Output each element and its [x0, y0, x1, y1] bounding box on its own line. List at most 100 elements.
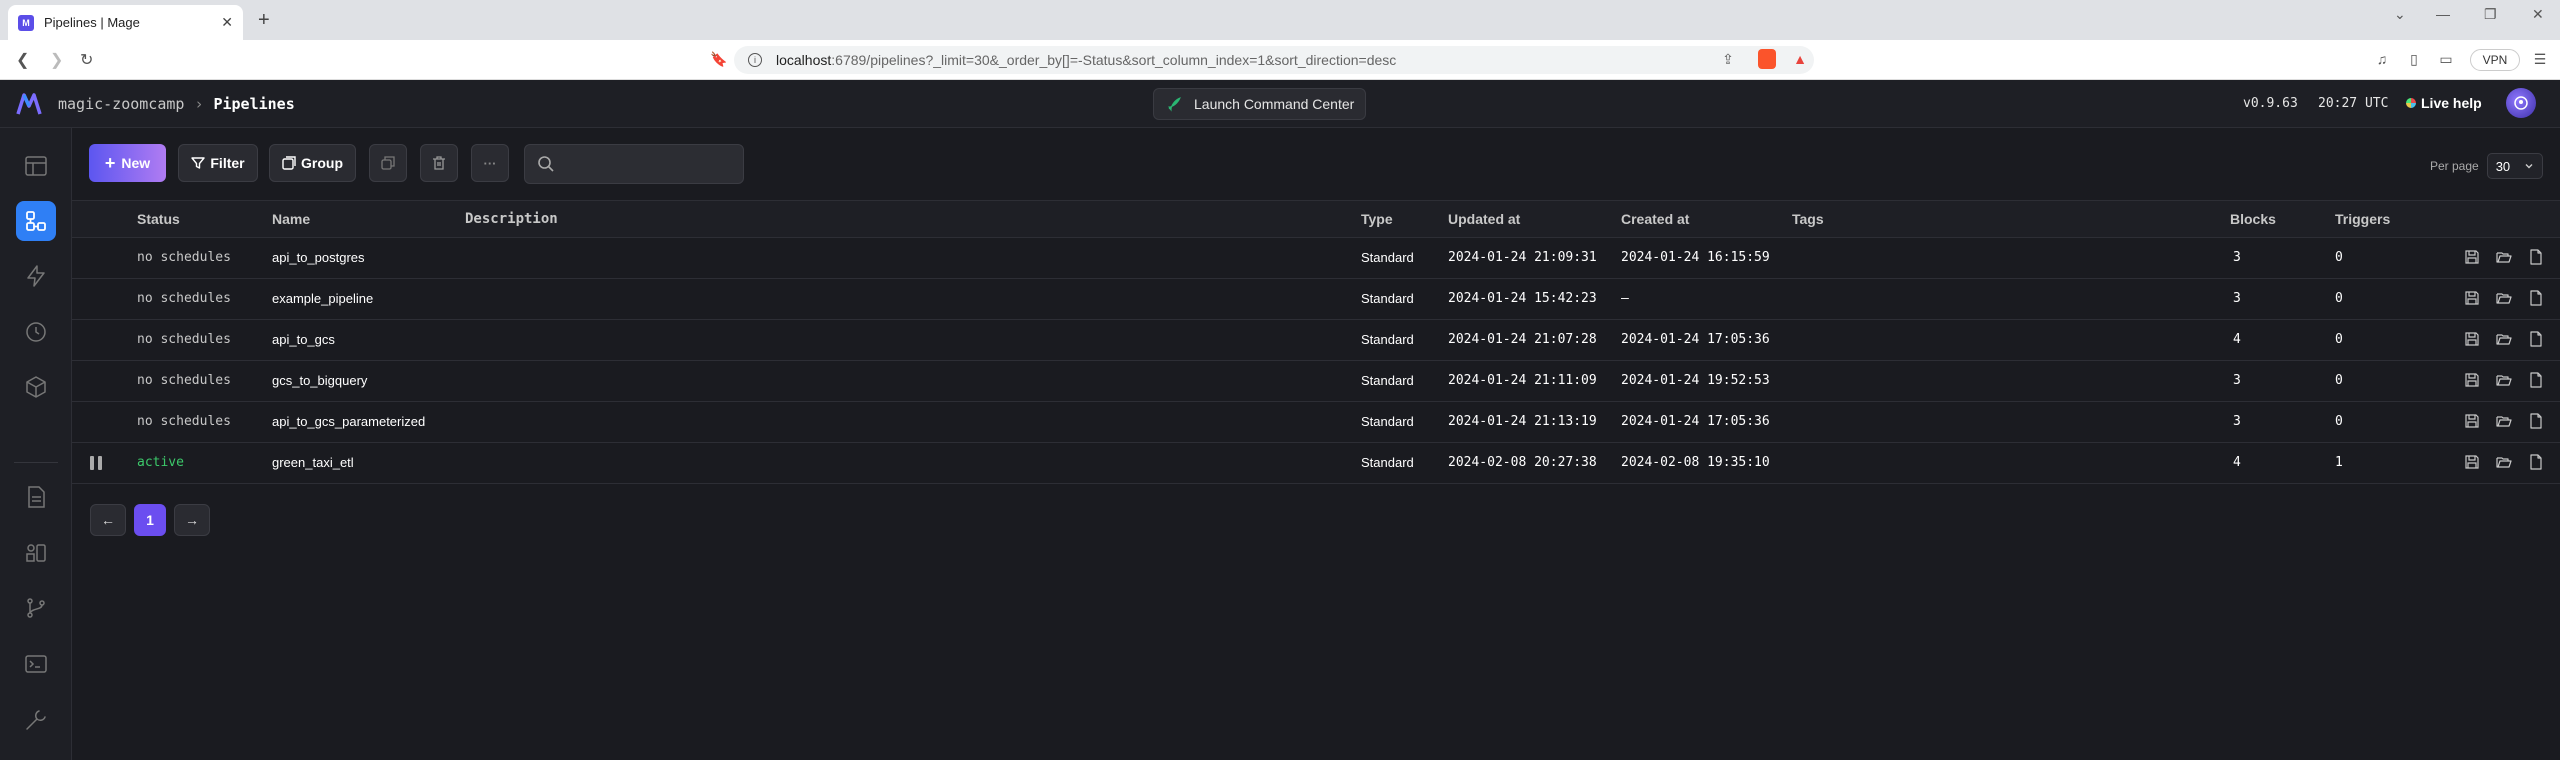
- brave-shields-icon[interactable]: [1758, 49, 1776, 69]
- created-at: 2024-01-24 16:15:59: [1621, 250, 1770, 265]
- table-row[interactable]: no schedules api_to_gcs Standard 2024-01-24…: [72, 320, 2560, 361]
- sidebar-item-files[interactable]: [16, 477, 56, 517]
- page-button-current[interactable]: 1: [134, 504, 166, 536]
- site-info-icon[interactable]: i: [748, 53, 762, 67]
- sidebar-item-terminal[interactable]: [16, 644, 56, 684]
- group-button[interactable]: Group: [269, 144, 356, 182]
- column-header-updated-at[interactable]: Updated at: [1448, 211, 1520, 227]
- back-icon[interactable]: ❮: [16, 50, 29, 70]
- column-header-tags[interactable]: Tags: [1792, 211, 1824, 227]
- prev-page-button[interactable]: ←: [90, 504, 126, 536]
- filter-button[interactable]: Filter: [178, 144, 258, 182]
- column-header-description[interactable]: Description: [465, 211, 558, 227]
- column-header-created-at[interactable]: Created at: [1621, 211, 1689, 227]
- folder-open-icon[interactable]: [2496, 372, 2512, 388]
- pause-icon[interactable]: [90, 456, 102, 470]
- save-icon[interactable]: [2464, 413, 2480, 429]
- save-icon[interactable]: [2464, 454, 2480, 470]
- more-actions-button[interactable]: ···: [471, 144, 509, 182]
- folder-open-icon[interactable]: [2496, 249, 2512, 265]
- bookmark-icon[interactable]: 🔖: [710, 51, 727, 67]
- app-header: magic-zoomcamp › Pipelines Launch Comman…: [0, 80, 2560, 128]
- breadcrumb-separator: ›: [194, 95, 204, 113]
- file-icon[interactable]: [2528, 454, 2544, 470]
- search-input[interactable]: [524, 144, 744, 184]
- column-header-type[interactable]: Type: [1361, 211, 1393, 227]
- sidebar-item-settings[interactable]: [16, 700, 56, 740]
- sidebar-item-overview[interactable]: [16, 146, 56, 186]
- file-icon[interactable]: [2528, 249, 2544, 265]
- breadcrumb-project[interactable]: magic-zoomcamp: [58, 95, 184, 113]
- url-path: :6789/pipelines?_limit=30&_order_by[]=-S…: [831, 52, 1397, 68]
- column-header-blocks[interactable]: Blocks: [2230, 211, 2276, 227]
- updated-at: 2024-01-24 21:07:28: [1448, 332, 1597, 347]
- pipeline-name[interactable]: api_to_gcs: [272, 332, 335, 347]
- table-row[interactable]: no schedules api_to_gcs_parameterized Stan…: [72, 402, 2560, 443]
- launch-command-center-button[interactable]: Launch Command Center: [1153, 88, 1366, 120]
- save-icon[interactable]: [2464, 372, 2480, 388]
- clone-button[interactable]: [369, 144, 407, 182]
- browser-tab[interactable]: M Pipelines | Mage ✕: [8, 5, 243, 40]
- plus-icon: +: [104, 152, 116, 173]
- column-header-triggers[interactable]: Triggers: [2335, 211, 2390, 227]
- pipeline-name[interactable]: gcs_to_bigquery: [272, 373, 367, 388]
- folder-open-icon[interactable]: [2496, 454, 2512, 470]
- folder-open-icon[interactable]: [2496, 290, 2512, 306]
- pipeline-name[interactable]: green_taxi_etl: [272, 455, 354, 470]
- column-header-name[interactable]: Name: [272, 211, 310, 227]
- media-icon[interactable]: ♫: [2374, 51, 2390, 67]
- pipeline-type: Standard: [1361, 291, 1414, 306]
- minimize-icon[interactable]: —: [2436, 6, 2450, 22]
- wallet-icon[interactable]: ▭: [2438, 51, 2454, 67]
- folder-open-icon[interactable]: [2496, 413, 2512, 429]
- pipelines-icon: [26, 211, 46, 231]
- url-bar[interactable]: i localhost:6789/pipelines?_limit=30&_or…: [734, 46, 1814, 74]
- sidebar-item-version-control[interactable]: [16, 588, 56, 628]
- avatar[interactable]: [2506, 88, 2536, 118]
- pipeline-name[interactable]: api_to_postgres: [272, 250, 365, 265]
- column-header-status[interactable]: Status: [137, 211, 180, 227]
- pipeline-name[interactable]: api_to_gcs_parameterized: [272, 414, 425, 429]
- vpn-button[interactable]: VPN: [2470, 49, 2520, 71]
- pipeline-name[interactable]: example_pipeline: [272, 291, 373, 306]
- tab-search-icon[interactable]: ⌄: [2394, 6, 2406, 23]
- file-icon[interactable]: [2528, 331, 2544, 347]
- close-tab-icon[interactable]: ✕: [221, 14, 233, 31]
- maximize-icon[interactable]: ❐: [2484, 6, 2497, 23]
- sidebar-toggle-icon[interactable]: ▯: [2406, 51, 2422, 67]
- share-icon[interactable]: ⇪: [1720, 51, 1736, 67]
- mage-logo-icon[interactable]: [16, 92, 42, 116]
- status-badge: no schedules: [137, 414, 231, 429]
- next-page-button[interactable]: →: [174, 504, 210, 536]
- brave-rewards-icon[interactable]: ▲: [1792, 51, 1808, 67]
- sidebar-item-runs[interactable]: [16, 312, 56, 352]
- sidebar-item-pipelines[interactable]: [16, 201, 56, 241]
- file-icon[interactable]: [2528, 413, 2544, 429]
- save-icon[interactable]: [2464, 249, 2480, 265]
- table-row[interactable]: no schedules gcs_to_bigquery Standard 2024-…: [72, 361, 2560, 402]
- new-pipeline-button[interactable]: + New: [89, 144, 166, 182]
- sidebar-item-templates[interactable]: [16, 533, 56, 573]
- file-icon[interactable]: [2528, 372, 2544, 388]
- live-help-button[interactable]: Live help: [2406, 95, 2482, 111]
- table-row[interactable]: no schedules example_pipeline Standard 2024…: [72, 279, 2560, 320]
- save-icon[interactable]: [2464, 331, 2480, 347]
- pipeline-type: Standard: [1361, 414, 1414, 429]
- sidebar-item-triggers[interactable]: [16, 256, 56, 296]
- per-page-value: 30: [2495, 158, 2511, 174]
- table-row[interactable]: no schedules api_to_postgres Standard 2024-…: [72, 238, 2560, 279]
- new-tab-icon[interactable]: +: [258, 9, 270, 32]
- reload-icon[interactable]: ↻: [80, 50, 93, 70]
- file-icon[interactable]: [2528, 290, 2544, 306]
- forward-icon[interactable]: ❯: [50, 50, 63, 70]
- updated-at: 2024-01-24 21:13:19: [1448, 414, 1597, 429]
- created-at: 2024-02-08 19:35:10: [1621, 455, 1770, 470]
- menu-icon[interactable]: ☰: [2532, 51, 2548, 67]
- close-window-icon[interactable]: ✕: [2532, 6, 2544, 23]
- save-icon[interactable]: [2464, 290, 2480, 306]
- folder-open-icon[interactable]: [2496, 331, 2512, 347]
- table-row[interactable]: active green_taxi_etl Standard 2024-02-08 2…: [72, 443, 2560, 484]
- sidebar-item-blocks[interactable]: [16, 367, 56, 407]
- delete-button[interactable]: [420, 144, 458, 182]
- per-page-select[interactable]: 30: [2486, 153, 2543, 179]
